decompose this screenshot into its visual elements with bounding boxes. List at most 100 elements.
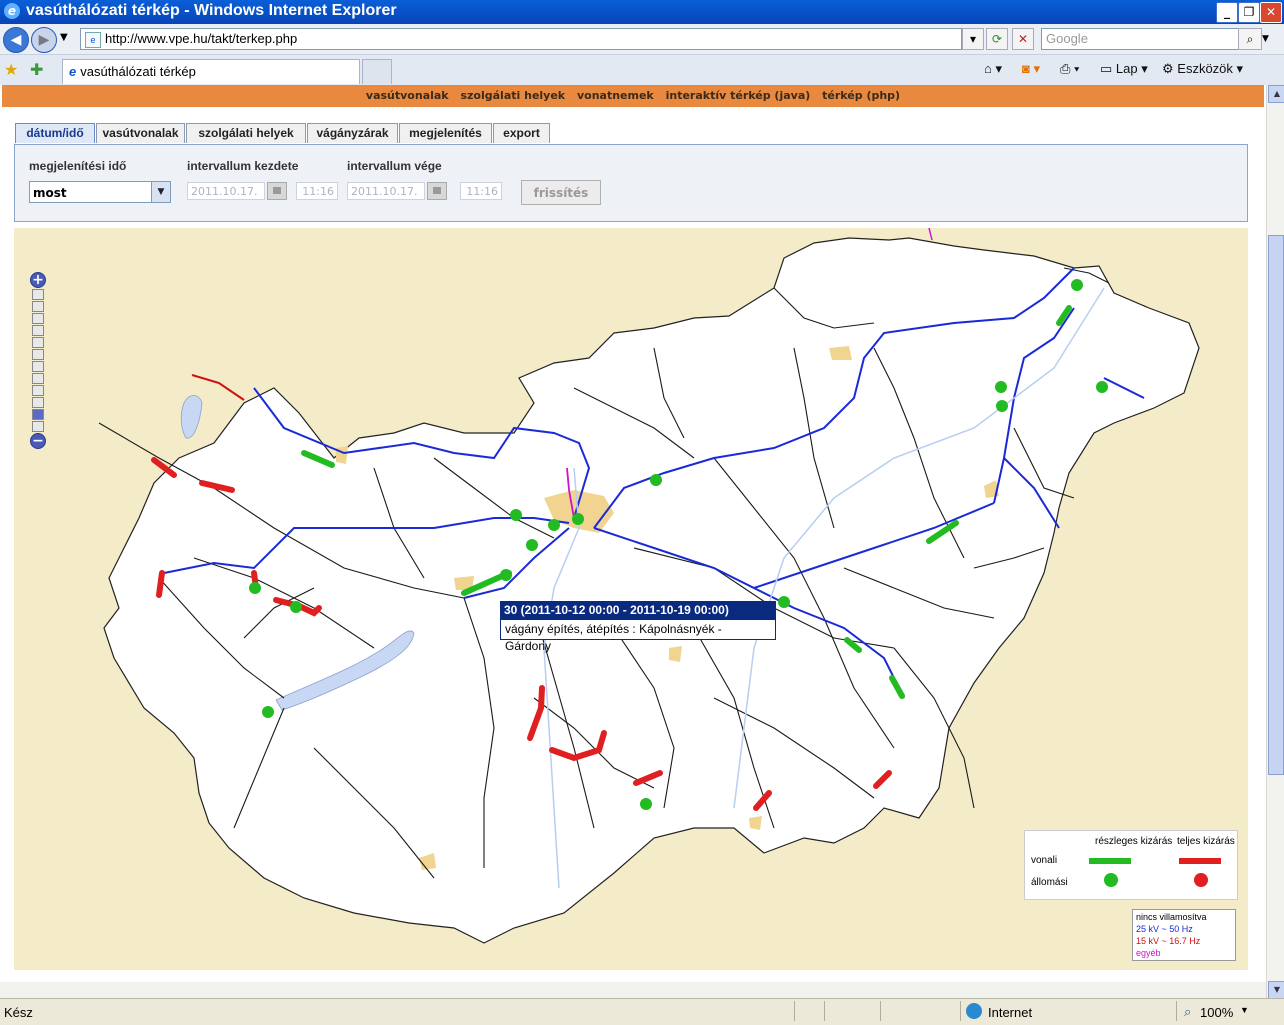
station-closure — [249, 582, 261, 594]
refresh-button[interactable]: frissítés — [521, 180, 601, 205]
scroll-down-icon[interactable]: ▼ — [1268, 981, 1284, 999]
tooltip-body: vágány építés, átépítés : Kápolnásnyék -… — [500, 620, 776, 653]
station-closure — [262, 706, 274, 718]
legend-partial-dot — [1104, 873, 1118, 887]
tools-menu[interactable]: ⚙ Eszközök ▾ — [1162, 61, 1243, 77]
city-patch — [749, 816, 762, 830]
zoom-level[interactable] — [32, 349, 44, 360]
add-favorites-icon[interactable]: ✚ — [30, 60, 43, 79]
interval-end-label: intervallum vége — [347, 159, 442, 173]
status-divider — [1176, 1001, 1177, 1021]
url-text: http://www.vpe.hu/takt/terkep.php — [105, 31, 298, 46]
horizontal-scroll-area — [0, 982, 1266, 998]
new-tab-button[interactable] — [362, 59, 392, 84]
nav-interaktiv-terkep[interactable]: interaktív térkép (java) — [666, 89, 811, 102]
zoom-level[interactable] — [32, 385, 44, 396]
end-time-input[interactable]: 11:16 — [460, 182, 502, 200]
city-patch — [669, 646, 682, 662]
legend-15kv: 15 kV ~ 16.7 Hz — [1136, 936, 1201, 946]
zoom-in-button[interactable]: + — [30, 272, 46, 288]
print-icon[interactable]: ⎙ ▾ — [1060, 61, 1079, 77]
tab-datum-ido[interactable]: dátum/idő — [15, 123, 95, 143]
city-patch — [336, 446, 348, 464]
tab-szolgalati-helyek[interactable]: szolgálati helyek — [186, 123, 306, 143]
tab-row: ★ ✚ e vasúthálózati térkép ⌂ ▾ ◙ ▾ ⎙ ▾ ▭ … — [0, 55, 1284, 86]
zoom-dropdown-icon[interactable]: ▼ — [1240, 1005, 1249, 1015]
browser-tab-label: vasúthálózati térkép — [80, 64, 196, 79]
tab-vaganyzarak[interactable]: vágányzárak — [307, 123, 398, 143]
tab-vasutvonalak[interactable]: vasútvonalak — [96, 123, 185, 143]
zoom-level[interactable] — [32, 289, 44, 300]
globe-icon — [966, 1003, 982, 1019]
legend-station-row: állomási — [1031, 877, 1068, 888]
status-divider — [824, 1001, 825, 1021]
railway-map[interactable]: + − 30 (2011-10-12 00:00 - 2011-10-19 00… — [14, 228, 1248, 970]
zoom-out-button[interactable]: − — [30, 433, 46, 449]
station-closure — [572, 513, 584, 525]
maximize-button[interactable]: ❐ — [1238, 2, 1260, 23]
lake-ferto — [180, 395, 203, 439]
zoom-level[interactable] — [32, 313, 44, 324]
start-time-input[interactable]: 11:16 — [296, 182, 338, 200]
station-closure — [996, 400, 1008, 412]
zoom-icon[interactable]: ⌕ — [1184, 1004, 1191, 1020]
tab-export[interactable]: export — [493, 123, 550, 143]
search-dropdown-icon[interactable]: ▼ — [1262, 34, 1269, 44]
start-date-input[interactable]: 2011.10.17. — [187, 182, 265, 200]
history-dropdown-icon[interactable]: ▼ — [60, 32, 68, 43]
display-time-select[interactable]: most ▼ — [29, 181, 171, 203]
nav-terkep-php[interactable]: térkép (php) — [822, 89, 900, 102]
tooltip-title: 30 (2011-10-12 00:00 - 2011-10-19 00:00) — [500, 601, 776, 620]
zoom-level[interactable] — [32, 397, 44, 408]
vertical-scrollbar[interactable]: ▲ ▼ — [1266, 85, 1284, 999]
refresh-icon[interactable]: ⟳ — [986, 28, 1008, 50]
minimize-button[interactable]: _ — [1216, 2, 1238, 23]
title-bar: e vasúthálózati térkép - Windows Interne… — [0, 0, 1284, 24]
address-field[interactable]: e http://www.vpe.hu/takt/terkep.php — [80, 28, 962, 50]
status-divider — [794, 1001, 795, 1021]
electrification-legend: nincs villamosítva 25 kV ~ 50 Hz 15 kV ~… — [1132, 909, 1236, 961]
legend-partial-header: részleges kizárás — [1095, 836, 1173, 847]
stop-icon[interactable]: ✕ — [1012, 28, 1034, 50]
address-dropdown-icon[interactable]: ▾ — [962, 28, 984, 50]
station-closure — [778, 596, 790, 608]
station-closure — [526, 539, 538, 551]
start-calendar-icon[interactable] — [267, 182, 287, 200]
home-icon[interactable]: ⌂ ▾ — [984, 61, 1002, 77]
end-calendar-icon[interactable] — [427, 182, 447, 200]
nav-vonatnemek[interactable]: vonatnemek — [577, 89, 654, 102]
legend-full-header: teljes kizárás — [1177, 836, 1235, 847]
zoom-text[interactable]: 100% — [1200, 1005, 1233, 1020]
tools-menu-label: Eszközök — [1177, 61, 1233, 76]
rail-line-15kv — [191, 374, 245, 401]
station-closure — [640, 798, 652, 810]
zoom-level[interactable] — [32, 337, 44, 348]
favorites-star-icon[interactable]: ★ — [4, 60, 18, 79]
end-date-input[interactable]: 2011.10.17. — [347, 182, 425, 200]
chevron-down-icon[interactable]: ▼ — [151, 182, 170, 202]
back-button[interactable]: ◀ — [3, 27, 29, 53]
tab-ie-icon: e — [69, 64, 77, 79]
zoom-level[interactable] — [32, 325, 44, 336]
tab-megjelenites[interactable]: megjelenítés — [399, 123, 492, 143]
forward-button[interactable]: ▶ — [31, 27, 57, 53]
zoom-level-current[interactable] — [32, 409, 44, 420]
rail-line-other — [928, 228, 933, 241]
close-button[interactable]: ✕ — [1260, 2, 1282, 23]
nav-vasutvonalak[interactable]: vasútvonalak — [366, 89, 449, 102]
zoom-level[interactable] — [32, 421, 44, 432]
scroll-up-icon[interactable]: ▲ — [1268, 85, 1284, 103]
feeds-icon[interactable]: ◙ ▾ — [1022, 61, 1040, 77]
page-menu[interactable]: ▭ Lap ▾ — [1100, 61, 1148, 77]
zoom-level[interactable] — [32, 361, 44, 372]
scroll-thumb[interactable] — [1268, 235, 1284, 775]
search-input[interactable]: Google — [1041, 28, 1239, 50]
search-icon[interactable]: ⌕ — [1238, 28, 1262, 50]
closure-tooltip: 30 (2011-10-12 00:00 - 2011-10-19 00:00)… — [500, 601, 776, 653]
zoom-level[interactable] — [32, 373, 44, 384]
zone-text: Internet — [988, 1005, 1033, 1020]
zoom-level[interactable] — [32, 301, 44, 312]
station-closure — [548, 519, 560, 531]
nav-szolgalati-helyek[interactable]: szolgálati helyek — [460, 89, 565, 102]
browser-tab[interactable]: e vasúthálózati térkép — [62, 59, 360, 84]
